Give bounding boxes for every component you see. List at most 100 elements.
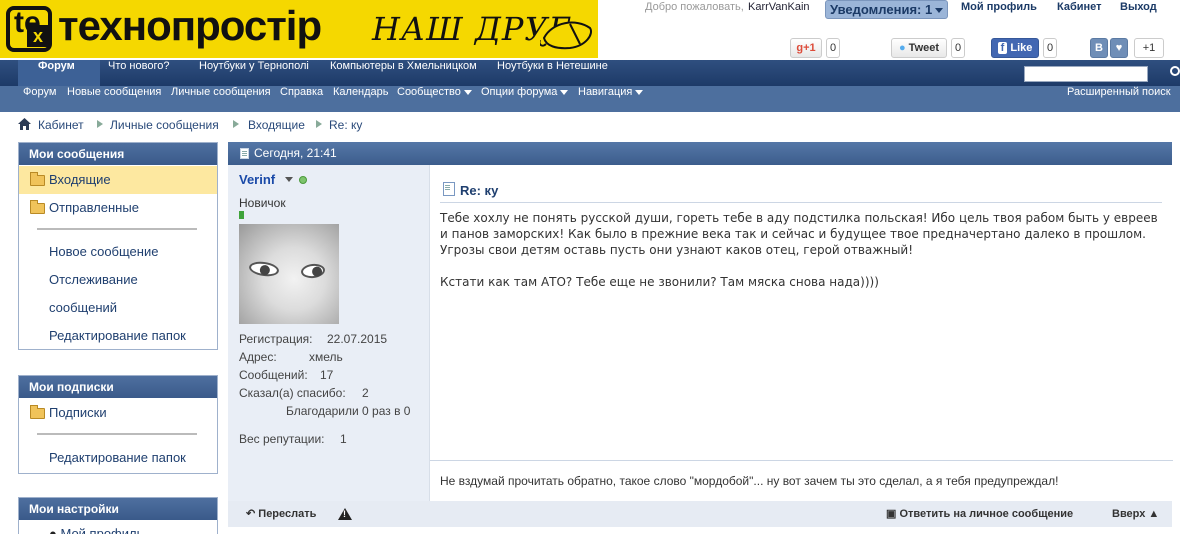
subnav-community[interactable]: Сообщество — [397, 86, 472, 112]
tweet-count: 0 — [951, 38, 965, 58]
forward-button[interactable]: ↶ Переслать — [246, 501, 316, 527]
edit-folders-link[interactable]: Редактирование папок — [49, 322, 186, 350]
tab-notebooks-ternopil[interactable]: Ноутбуки у Тернополі — [199, 60, 309, 86]
subnav-help[interactable]: Справка — [280, 86, 323, 112]
subnav-new-posts[interactable]: Новые сообщения — [67, 86, 161, 112]
subnav-navigation[interactable]: Навигация — [578, 86, 644, 112]
addr-value: хмель — [309, 350, 343, 364]
signature: Не вздумай прочитать обратно, такое слов… — [440, 474, 1059, 488]
tracking-link-line2[interactable]: сообщений — [49, 294, 117, 322]
facebook-count: 0 — [1043, 38, 1057, 58]
my-profile-settings-link[interactable]: ● Мой профиль — [49, 520, 143, 534]
message-date-bar: Сегодня, 21:41 — [228, 142, 1172, 165]
thanked-text: Благодарили 0 раз в 0 — [286, 404, 411, 418]
sub-nav: Форум Новые сообщения Личные сообщения С… — [0, 86, 1180, 112]
posts-value: 17 — [320, 368, 334, 382]
thanks-value: 2 — [362, 386, 369, 400]
my-subscriptions-title: Мои подписки — [19, 376, 217, 398]
signature-divider — [430, 460, 1173, 461]
new-message-link[interactable]: Новое сообщение — [49, 238, 158, 266]
breadcrumb-current: Re: ку — [329, 118, 363, 132]
main-nav: Форум Что нового? Ноутбуки у Тернополі К… — [0, 60, 1180, 86]
breadcrumb-arrow-icon — [97, 120, 103, 128]
avatar-eye-icon — [248, 259, 280, 279]
avatar-eye-icon — [300, 262, 326, 280]
addr-label: Адрес: — [239, 350, 277, 364]
breadcrumb-private-messages[interactable]: Личные сообщения — [110, 118, 219, 132]
subnav-forum-options[interactable]: Опции форума — [481, 86, 569, 112]
notifications-button[interactable]: Уведомления: 1 — [825, 0, 949, 19]
folder-icon — [30, 405, 45, 419]
vk-widget: В ♥ +1 — [1090, 38, 1176, 58]
chat-bubble-icon: ▣ — [886, 508, 897, 520]
search-icon[interactable] — [1170, 66, 1180, 76]
chevron-down-icon — [635, 89, 644, 95]
rep-label: Вес репутации: — [239, 432, 325, 446]
subnav-forum[interactable]: Форум — [23, 86, 56, 112]
my-profile-link[interactable]: Мой профиль — [961, 1, 1037, 13]
tracking-link[interactable]: Отслеживание — [49, 266, 138, 294]
folder-subscriptions[interactable]: Подписки — [19, 399, 217, 427]
post-paragraph: Тебе хохлу не понять русской души, горет… — [440, 211, 1158, 257]
tweet-widget: ● Tweet 0 — [891, 38, 971, 58]
breadcrumb-inbox[interactable]: Входящие — [248, 118, 305, 132]
gplus-button[interactable]: g+1 — [790, 38, 822, 58]
logo-banner[interactable]: te x технопростір НАШ ДРУГ — [0, 0, 598, 58]
site-header: te x технопростір НАШ ДРУГ Добро пожалов… — [0, 0, 1180, 60]
username-link[interactable]: KarrVanKain — [748, 1, 810, 13]
chevron-down-icon — [935, 8, 944, 14]
reputation-bar — [239, 211, 244, 219]
subnav-private-messages[interactable]: Личные сообщения — [171, 86, 271, 112]
notifications-label: Уведомления: 1 — [830, 2, 933, 17]
gplus-widget: g+1 0 — [790, 38, 850, 58]
post-text: Тебе хохлу не понять русской души, горет… — [440, 210, 1162, 290]
folder-sent[interactable]: Отправленные — [19, 194, 217, 222]
home-icon[interactable] — [18, 118, 31, 130]
tab-forum[interactable]: Форум — [38, 60, 75, 86]
back-to-top-link[interactable]: Вверх ▲ — [1112, 501, 1159, 527]
my-messages-title: Мои сообщения — [19, 143, 217, 165]
divider — [440, 202, 1162, 203]
tab-whats-new[interactable]: Что нового? — [108, 60, 169, 86]
subnav-calendar[interactable]: Календарь — [333, 86, 389, 112]
avatar[interactable] — [239, 224, 339, 324]
facebook-like-button[interactable]: f Like — [991, 38, 1039, 58]
logout-link[interactable]: Выход — [1120, 1, 1157, 13]
document-icon — [240, 148, 249, 159]
folder-icon — [30, 200, 45, 214]
my-settings-panel: Мои настройки ● Мой профиль — [18, 497, 218, 534]
gplus-count: 0 — [826, 38, 840, 58]
rep-value: 1 — [340, 432, 347, 446]
tab-computers-khmelnytskyi[interactable]: Компьютеры в Хмельницком — [330, 60, 477, 86]
divider — [37, 228, 197, 230]
search-input[interactable] — [1024, 66, 1148, 82]
advanced-search-link[interactable]: Расширенный поиск — [1067, 86, 1171, 112]
tab-notebooks-netishyn[interactable]: Ноутбуки в Нетешине — [497, 60, 608, 86]
breadcrumb-arrow-icon — [233, 120, 239, 128]
reply-button[interactable]: ▣ Ответить на личное сообщение — [886, 501, 1073, 527]
author-username[interactable]: Verinf — [239, 172, 275, 187]
chevron-down-icon — [560, 89, 569, 95]
vk-button[interactable]: В — [1090, 38, 1108, 58]
divider — [37, 433, 197, 435]
welcome-text: Добро пожаловать, — [645, 1, 744, 13]
chevron-down-icon — [463, 89, 472, 95]
heart-icon[interactable]: ♥ — [1110, 38, 1128, 58]
breadcrumb-cabinet[interactable]: Кабинет — [38, 118, 84, 132]
posts-label: Сообщений: — [239, 368, 308, 382]
post-paragraph: Кстати как там АТО? Тебе еще не звонили?… — [440, 275, 879, 289]
my-messages-panel: Мои сообщения Входящие Отправленные Ново… — [18, 142, 218, 350]
cabinet-link[interactable]: Кабинет — [1057, 1, 1102, 13]
folder-inbox[interactable]: Входящие — [19, 166, 217, 194]
facebook-widget: f Like 0 — [991, 38, 1071, 58]
author-info-panel: Verinf Новичок Регистрация: 22.07.2015 А… — [228, 165, 429, 501]
message-actions-bar: ↶ Переслать ▣ Ответить на личное сообщен… — [228, 501, 1172, 527]
message-body: Re: ку Тебе хохлу не понять русской души… — [429, 165, 1173, 501]
subs-edit-folders-link[interactable]: Редактирование папок — [49, 444, 186, 472]
thanks-label: Сказал(а) спасибо: — [239, 386, 346, 400]
reg-value: 22.07.2015 — [327, 332, 388, 346]
report-warning-icon[interactable] — [338, 508, 352, 520]
chevron-down-icon[interactable] — [285, 177, 293, 182]
tweet-button[interactable]: ● Tweet — [891, 38, 947, 58]
post-icon — [443, 182, 455, 196]
